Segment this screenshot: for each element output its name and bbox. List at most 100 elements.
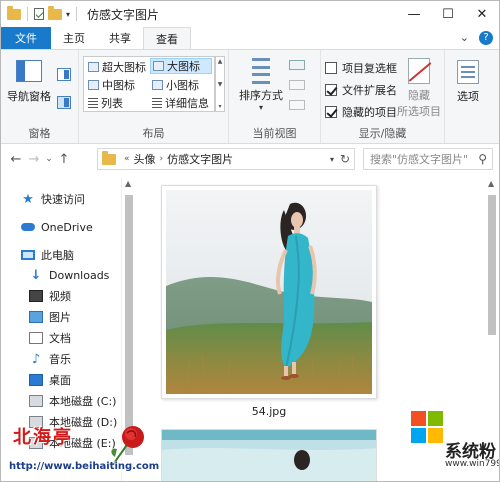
search-input[interactable]: 搜索"仿感文字图片": [370, 151, 468, 167]
nav-item-desktop[interactable]: 桌面: [29, 370, 71, 390]
ribbon-tabs: 文件 主页 共享 查看 ⌄ ?: [1, 27, 499, 49]
nav-label: 音乐: [49, 353, 71, 366]
file-extensions-toggle[interactable]: 文件扩展名: [325, 82, 397, 98]
nav-label: OneDrive: [41, 220, 93, 234]
refresh-button[interactable]: ↻: [340, 152, 350, 166]
chevron-up-icon[interactable]: ▲: [125, 179, 131, 188]
properties-icon[interactable]: [34, 8, 44, 20]
qat-separator: [27, 7, 28, 21]
tab-file[interactable]: 文件: [1, 27, 51, 49]
group-options: 选项: [445, 50, 499, 143]
back-button[interactable]: ←: [7, 152, 25, 167]
item-checkboxes-checkbox[interactable]: [325, 62, 337, 74]
title-bar: ▾ 仿感文字图片 — ☐ ✕: [1, 1, 499, 27]
options-button[interactable]: 选项: [457, 60, 479, 104]
group-by-icon[interactable]: [289, 60, 305, 70]
watermark-left: 北海亭 http://www.beihaiting.com: [9, 421, 169, 481]
address-bar[interactable]: « 头像 › 仿感文字图片 ▾ ↻: [97, 148, 355, 170]
file-thumbnail[interactable]: [161, 185, 377, 399]
add-columns-icon[interactable]: [289, 80, 305, 90]
nav-label: Downloads: [49, 268, 110, 282]
group-current-view-label: 当前视图: [252, 127, 297, 140]
scrollbar-thumb[interactable]: [488, 195, 496, 335]
folder-icon: [102, 150, 116, 165]
hidden-items-checkbox[interactable]: [325, 106, 337, 118]
maximize-button[interactable]: ☐: [431, 1, 465, 27]
nav-label: 此电脑: [41, 249, 74, 262]
new-folder-icon[interactable]: [48, 5, 62, 20]
size-columns-icon[interactable]: [289, 100, 305, 110]
desktop-icon: [29, 374, 43, 386]
layout-details[interactable]: 详细信息: [150, 95, 211, 111]
expand-ribbon-icon[interactable]: ⌄: [460, 31, 469, 45]
photo-image: [166, 190, 372, 394]
sort-by-button[interactable]: 排序方式 ▾: [239, 58, 283, 112]
tab-view[interactable]: 查看: [143, 27, 191, 49]
address-prefix[interactable]: «: [124, 154, 130, 164]
item-checkboxes-toggle[interactable]: 项目复选框: [325, 60, 397, 76]
layout-label: 中图标: [102, 79, 135, 92]
layout-small-icons[interactable]: 小图标: [150, 77, 201, 93]
details-pane-icon[interactable]: [57, 96, 71, 109]
photo-thumbnail: [166, 190, 372, 394]
preview-pane-icon[interactable]: [57, 68, 71, 81]
sort-icon: [250, 58, 272, 84]
layout-large-icons[interactable]: 大图标: [150, 58, 212, 74]
minimize-button[interactable]: —: [397, 1, 431, 27]
nav-item-pictures[interactable]: 图片: [29, 307, 71, 327]
medium-icons-icon: [88, 80, 99, 90]
chevron-down-icon[interactable]: ▼: [218, 81, 223, 88]
nav-item-documents[interactable]: 文档: [29, 328, 71, 348]
recent-locations-button[interactable]: ⌄: [43, 154, 55, 164]
hide-selected-icon: [408, 58, 430, 84]
computer-icon: [21, 250, 35, 260]
layout-gallery-scroller[interactable]: ▲ ▼ ▾: [215, 56, 225, 112]
music-icon: ♪: [31, 351, 41, 367]
scrollbar-thumb[interactable]: [125, 195, 133, 455]
windows-logo-icon: [411, 411, 443, 443]
hide-selected-button[interactable]: 隐藏 所选项目: [397, 58, 441, 119]
video-icon: [29, 290, 43, 302]
breadcrumb-item[interactable]: 仿感文字图片: [167, 151, 233, 167]
options-label: 选项: [457, 90, 479, 103]
nav-item-drive-c[interactable]: 本地磁盘 (C:): [29, 391, 116, 411]
up-button[interactable]: ↑: [55, 152, 73, 167]
nav-item-this-pc[interactable]: 此电脑: [21, 245, 74, 265]
search-icon[interactable]: ⚲: [478, 152, 487, 166]
nav-item-onedrive[interactable]: OneDrive: [21, 217, 93, 237]
file-name-label[interactable]: 54.jpg: [161, 405, 377, 418]
close-button[interactable]: ✕: [465, 1, 499, 27]
qat-dropdown-icon[interactable]: ▾: [66, 10, 70, 19]
address-dropdown-icon[interactable]: ▾: [330, 155, 334, 164]
quick-access-toolbar: ▾: [1, 5, 79, 21]
help-icon[interactable]: ?: [479, 31, 493, 45]
file-extensions-checkbox[interactable]: [325, 84, 337, 96]
nav-item-music[interactable]: ♪ 音乐: [29, 349, 71, 369]
file-thumbnail[interactable]: [161, 429, 377, 481]
nav-label: 文档: [49, 332, 71, 345]
layout-medium-icons[interactable]: 中图标: [86, 77, 137, 93]
navigation-pane-button[interactable]: 导航窗格: [7, 60, 51, 104]
layout-list[interactable]: 列表: [86, 95, 125, 111]
group-layout-label: 布局: [142, 127, 165, 140]
search-box[interactable]: 搜索"仿感文字图片" ⚲: [363, 148, 493, 170]
watermark-url: www.win7999.com: [445, 459, 499, 469]
layout-extra-large-icons[interactable]: 超大图标: [86, 59, 148, 75]
document-icon: [29, 332, 43, 344]
chevron-up-icon[interactable]: ▲: [218, 58, 223, 65]
chevron-up-icon[interactable]: ▲: [488, 179, 494, 188]
extra-large-icons-icon: [88, 62, 99, 72]
nav-item-downloads[interactable]: ↓ Downloads: [29, 265, 110, 285]
more-icon[interactable]: ▾: [218, 103, 221, 110]
tab-share[interactable]: 共享: [97, 27, 143, 49]
tab-home[interactable]: 主页: [51, 27, 97, 49]
watermark-right: 系统粉 www.win7999.com: [405, 409, 499, 481]
nav-item-quick-access[interactable]: ★ 快速访问: [21, 189, 85, 209]
hidden-items-toggle[interactable]: 隐藏的项目: [325, 104, 397, 120]
breadcrumb-separator[interactable]: ›: [160, 154, 164, 164]
item-checkboxes-label: 项目复选框: [342, 62, 397, 75]
nav-item-videos[interactable]: 视频: [29, 286, 71, 306]
forward-button[interactable]: →: [25, 152, 43, 167]
chevron-down-icon: ▾: [258, 103, 263, 112]
breadcrumb-item[interactable]: 头像: [134, 151, 156, 167]
